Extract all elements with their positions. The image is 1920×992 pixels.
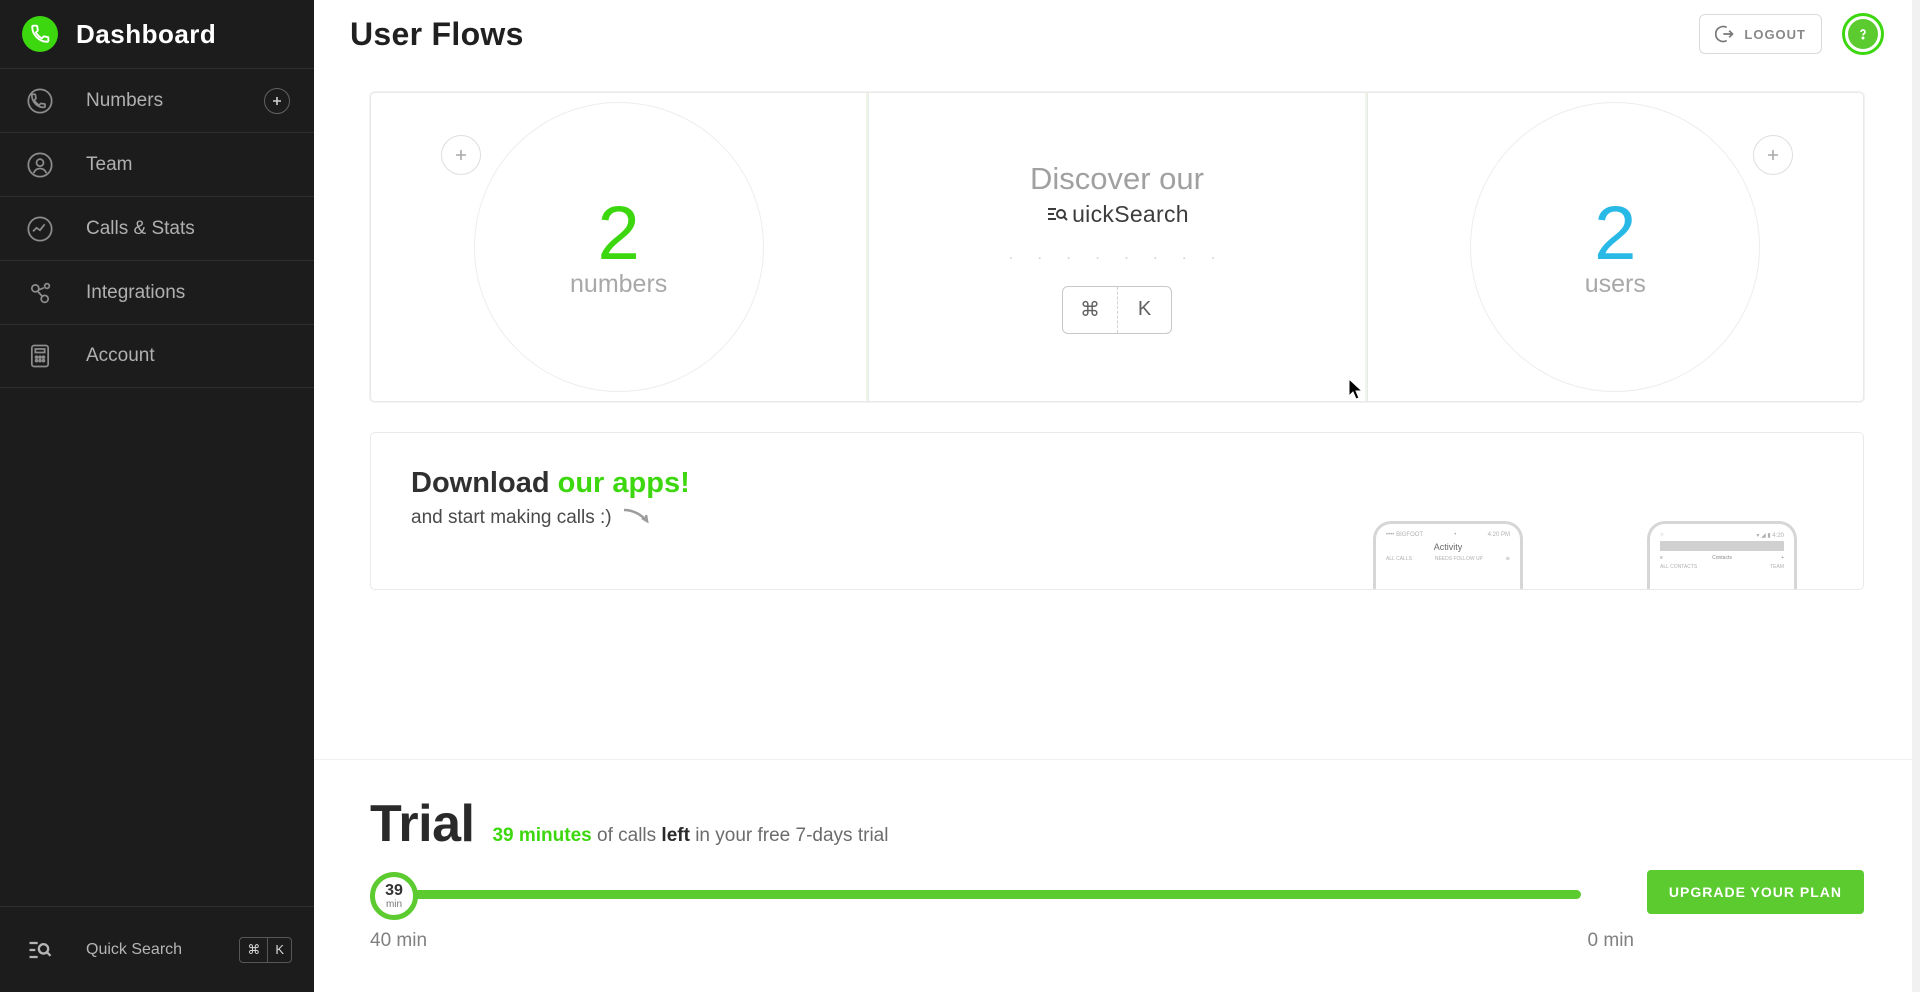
logout-icon (1715, 24, 1735, 44)
card-numbers[interactable]: 2 numbers (371, 93, 866, 401)
arrow-swoosh-icon (622, 506, 656, 530)
quicksearch-sub-icon (1045, 202, 1069, 226)
users-label: users (1585, 270, 1646, 299)
kbd-cmd: ⌘ (240, 938, 267, 962)
sidebar-item-calls-stats[interactable]: Calls & Stats (0, 196, 314, 260)
topbar: User Flows LOGOUT (314, 0, 1920, 68)
stats-cards: 2 numbers Discover our uickSearch . . . … (370, 92, 1864, 402)
help-button[interactable] (1842, 13, 1884, 55)
sidebar-item-label: Integrations (86, 282, 290, 304)
account-icon (22, 338, 58, 374)
logout-label: LOGOUT (1744, 27, 1806, 42)
kbd-k: K (267, 938, 291, 962)
sidebar-quicksearch[interactable]: Quick Search ⌘ K (0, 906, 314, 992)
sidebar-item-label: Account (86, 345, 290, 367)
phone-icon (22, 83, 58, 119)
phone-mock-android: ○▾ ◢ ▮ 4:20 ≡Contacts+ ALL CONTACTSTEAM (1647, 521, 1797, 590)
stats-icon (22, 211, 58, 247)
phone-mock-ios: •••• BIGFOOT•4:20 PM Activity ALL CALLSN… (1373, 521, 1523, 590)
sidebar-header: Dashboard (0, 0, 314, 68)
quicksearch-shortcut: ⌘ K (239, 937, 292, 963)
card-quicksearch[interactable]: Discover our uickSearch . . . . . . . . … (868, 93, 1364, 401)
sidebar-item-numbers[interactable]: Numbers (0, 68, 314, 132)
app-logo (22, 16, 58, 52)
add-user-button[interactable] (1753, 135, 1793, 175)
progress-knob[interactable]: 39 min (370, 872, 418, 920)
sidebar: Dashboard Numbers Team (0, 0, 314, 992)
sidebar-title: Dashboard (76, 19, 216, 50)
progress-track (374, 890, 1581, 899)
integrations-icon (22, 275, 58, 311)
sidebar-item-team[interactable]: Team (0, 132, 314, 196)
trial-bar: Trial 39 minutes of calls left in your f… (314, 759, 1920, 992)
add-number-button[interactable] (441, 135, 481, 175)
sidebar-item-integrations[interactable]: Integrations (0, 260, 314, 324)
kbd-k: K (1117, 287, 1171, 333)
logout-button[interactable]: LOGOUT (1699, 14, 1822, 54)
trial-progress: 39 min (370, 868, 1581, 916)
circle-bg: 2 numbers (474, 102, 764, 392)
sidebar-item-label: Team (86, 154, 290, 176)
download-panel: Download our apps! and start making call… (370, 432, 1864, 590)
scrollbar[interactable] (1912, 0, 1920, 992)
main: User Flows LOGOUT (314, 0, 1920, 992)
card-users[interactable]: 2 users (1367, 93, 1863, 401)
add-number-button[interactable] (264, 88, 290, 114)
users-count: 2 (1594, 196, 1636, 272)
numbers-count: 2 (598, 196, 640, 272)
quicksearch-label: Quick Search (86, 941, 211, 959)
scale-right: 0 min (1588, 930, 1634, 952)
sidebar-nav: Numbers Team Calls & Stats (0, 68, 314, 388)
sidebar-item-label: Numbers (86, 90, 236, 112)
help-icon (1848, 19, 1878, 49)
user-icon (22, 147, 58, 183)
quicksearch-title: Discover our (1030, 161, 1204, 197)
kbd-cmd: ⌘ (1063, 287, 1117, 333)
trial-heading: Trial (370, 794, 474, 854)
quicksearch-dots: . . . . . . . . (1009, 246, 1226, 264)
upgrade-plan-button[interactable]: UPGRADE YOUR PLAN (1647, 870, 1864, 914)
quicksearch-shortcut: ⌘ K (1062, 286, 1172, 334)
quicksearch-sub: uickSearch (1045, 201, 1189, 228)
quicksearch-icon (22, 932, 58, 968)
sidebar-item-account[interactable]: Account (0, 324, 314, 388)
scale-left: 40 min (370, 930, 427, 952)
trial-text: 39 minutes of calls left in your free 7-… (492, 825, 888, 847)
download-subtitle: and start making calls :) (411, 506, 1823, 530)
trial-scale: 40 min 0 min (370, 930, 1864, 952)
page-title: User Flows (350, 16, 524, 53)
circle-bg: 2 users (1470, 102, 1760, 392)
numbers-label: numbers (570, 270, 667, 299)
sidebar-item-label: Calls & Stats (86, 218, 290, 240)
download-title: Download our apps! (411, 467, 1823, 500)
